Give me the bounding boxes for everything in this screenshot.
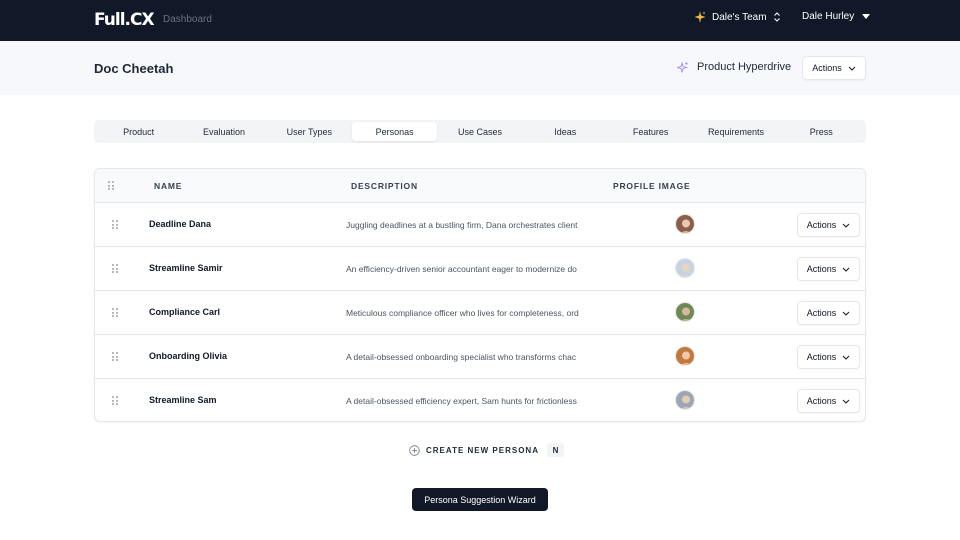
- header-actions-label: Actions: [812, 63, 842, 73]
- row-actions-label: Actions: [806, 264, 837, 274]
- chevron-up-down-icon: [773, 12, 780, 22]
- create-new-persona-label: CREATE NEW PERSONA: [426, 445, 539, 455]
- page-header: Doc Cheetah Product Hyperdrive Actions: [0, 41, 960, 95]
- row-actions-button[interactable]: Actions: [797, 257, 860, 281]
- profile-image: [676, 391, 694, 409]
- table-row[interactable]: Streamline Samir An efficiency-driven se…: [95, 247, 865, 291]
- persona-description: Meticulous compliance officer who lives …: [346, 308, 579, 318]
- chevron-down-icon: [848, 66, 856, 71]
- drag-handle-icon[interactable]: [112, 396, 118, 405]
- profile-image: [676, 259, 694, 277]
- keyboard-shortcut-badge: N: [546, 443, 564, 457]
- table-row[interactable]: Streamline Sam A detail-obsessed efficie…: [95, 379, 865, 421]
- profile-image: [676, 303, 694, 321]
- tab-user-types[interactable]: User Types: [267, 122, 352, 141]
- product-hyperdrive-button[interactable]: Product Hyperdrive: [677, 61, 791, 73]
- chevron-down-icon: [842, 355, 850, 360]
- avatar: [675, 302, 695, 322]
- tab-requirements[interactable]: Requirements: [693, 122, 778, 141]
- tab-personas[interactable]: Personas: [351, 122, 438, 141]
- row-actions-button[interactable]: Actions: [797, 345, 860, 369]
- table-header: NAME DESCRIPTION PROFILE IMAGE: [95, 169, 865, 203]
- product-hyperdrive-label: Product Hyperdrive: [697, 61, 792, 73]
- nav-dashboard-link[interactable]: Dashboard: [163, 14, 212, 25]
- drag-handle-icon[interactable]: [112, 308, 118, 317]
- tab-evaluation[interactable]: Evaluation: [181, 122, 266, 141]
- column-header-profile-image[interactable]: PROFILE IMAGE: [613, 181, 690, 191]
- chevron-down-icon: [842, 223, 850, 228]
- persona-description: An efficiency-driven senior accountant e…: [346, 264, 577, 274]
- drag-handle-icon[interactable]: [112, 264, 118, 273]
- create-new-persona-button[interactable]: CREATE NEW PERSONA N: [409, 443, 564, 457]
- profile-image: [676, 347, 694, 365]
- row-actions-button[interactable]: Actions: [797, 301, 860, 325]
- top-navbar: Full.CX Dashboard Dale's Team Dale Hurle…: [0, 0, 960, 41]
- plus-circle-icon: [409, 444, 420, 456]
- sparkle-icon: [694, 11, 706, 23]
- avatar: [675, 390, 695, 410]
- row-actions-label: Actions: [806, 308, 837, 318]
- section-tabs: Product Evaluation User Types Personas U…: [94, 120, 866, 143]
- drag-handle-icon[interactable]: [112, 352, 118, 361]
- profile-image: [676, 215, 694, 233]
- avatar: [675, 214, 695, 234]
- tab-features[interactable]: Features: [608, 122, 693, 141]
- row-actions-label: Actions: [806, 352, 837, 362]
- team-switcher[interactable]: Dale's Team: [694, 11, 781, 23]
- tab-product[interactable]: Product: [96, 122, 181, 141]
- avatar: [675, 346, 695, 366]
- drag-handle-icon[interactable]: [112, 220, 118, 229]
- tab-ideas[interactable]: Ideas: [523, 122, 608, 141]
- personas-table: NAME DESCRIPTION PROFILE IMAGE Deadline …: [94, 168, 866, 422]
- row-actions-button[interactable]: Actions: [797, 389, 860, 413]
- chevron-down-icon: [842, 267, 850, 272]
- chevron-down-icon: [842, 399, 850, 404]
- sparkles-icon: [677, 61, 689, 73]
- persona-name[interactable]: Streamline Samir: [149, 263, 223, 273]
- persona-description: A detail-obsessed efficiency expert, Sam…: [346, 396, 577, 406]
- persona-description: Juggling deadlines at a bustling firm, D…: [346, 220, 578, 230]
- page-title: Doc Cheetah: [94, 61, 174, 76]
- persona-name[interactable]: Onboarding Olivia: [149, 351, 227, 361]
- user-name: Dale Hurley: [802, 11, 855, 22]
- persona-name[interactable]: Compliance Carl: [149, 307, 220, 317]
- persona-name[interactable]: Deadline Dana: [149, 219, 211, 229]
- column-header-name[interactable]: NAME: [154, 181, 182, 191]
- drag-handle-icon: [108, 181, 114, 190]
- header-actions-button[interactable]: Actions: [802, 56, 866, 80]
- logo[interactable]: Full.CX: [94, 10, 155, 30]
- table-row[interactable]: Deadline Dana Juggling deadlines at a bu…: [95, 203, 865, 247]
- chevron-down-icon: [842, 311, 850, 316]
- row-actions-label: Actions: [806, 396, 837, 406]
- tab-press[interactable]: Press: [779, 122, 864, 141]
- persona-description: A detail-obsessed onboarding specialist …: [346, 352, 577, 362]
- persona-name[interactable]: Streamline Sam: [149, 395, 217, 405]
- caret-down-icon: [862, 14, 871, 19]
- column-header-description[interactable]: DESCRIPTION: [351, 181, 418, 191]
- avatar: [675, 258, 695, 278]
- persona-suggestion-wizard-button[interactable]: Persona Suggestion Wizard: [412, 488, 548, 511]
- user-menu[interactable]: Dale Hurley: [802, 11, 871, 22]
- team-name: Dale's Team: [712, 11, 767, 23]
- row-actions-button[interactable]: Actions: [797, 213, 860, 237]
- table-row[interactable]: Compliance Carl Meticulous compliance of…: [95, 291, 865, 335]
- table-row[interactable]: Onboarding Olivia A detail-obsessed onbo…: [95, 335, 865, 379]
- row-actions-label: Actions: [806, 220, 837, 230]
- tab-use-cases[interactable]: Use Cases: [437, 122, 522, 141]
